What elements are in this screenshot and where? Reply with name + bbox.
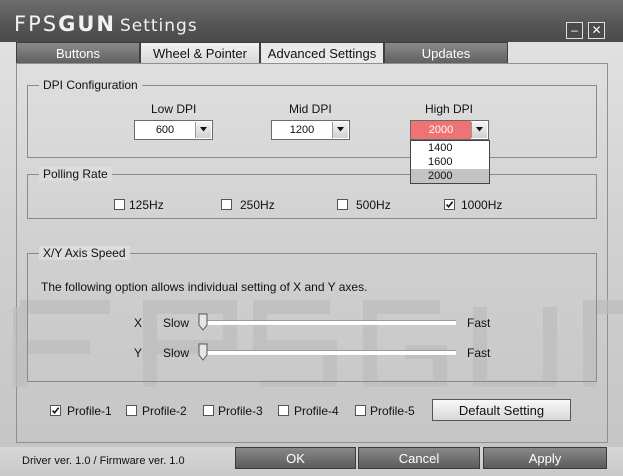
slider-thumb-icon[interactable] [198, 313, 208, 331]
high-dpi-value: 2000 [411, 121, 471, 139]
profile-3-label: Profile-3 [218, 404, 263, 418]
chevron-down-icon[interactable] [332, 122, 348, 138]
polling-250-label: 250Hz [240, 198, 275, 212]
profile-1-label: Profile-1 [67, 404, 112, 418]
polling-500-checkbox[interactable] [337, 199, 348, 210]
window-title: Settings [119, 16, 198, 36]
tab-label: Advanced Settings [267, 46, 377, 61]
profile-5-label: Profile-5 [370, 404, 415, 418]
ok-button[interactable]: OK [235, 447, 356, 469]
polling-1000-label: 1000Hz [461, 198, 503, 212]
close-icon: ✕ [591, 23, 602, 37]
low-dpi-value: 600 [155, 124, 175, 136]
brand-regular: FPS [14, 12, 59, 36]
polling-1000-checkbox[interactable] [444, 199, 455, 210]
low-dpi-label: Low DPI [151, 102, 197, 116]
dpi-group-title: DPI Configuration [39, 78, 142, 92]
cancel-label: Cancel [398, 451, 440, 466]
y-fast-label: Fast [467, 346, 491, 360]
slider-thumb-icon[interactable] [198, 343, 208, 361]
cancel-button[interactable]: Cancel [358, 447, 480, 469]
close-button[interactable]: ✕ [588, 22, 605, 39]
high-dpi-label: High DPI [425, 102, 474, 116]
tab-label: Updates [421, 46, 471, 61]
tab-label: Wheel & Pointer [153, 46, 247, 61]
minimize-icon: – [571, 23, 578, 37]
profile-2-checkbox[interactable] [126, 405, 137, 416]
app-logo: FPSGUN Settings [14, 12, 198, 36]
default-setting-label: Default Setting [458, 403, 545, 418]
tab-label: Buttons [55, 46, 101, 61]
dpi-option[interactable]: 1400 [411, 141, 489, 155]
profile-4-checkbox[interactable] [278, 405, 289, 416]
profile-5-checkbox[interactable] [355, 405, 366, 416]
chevron-down-icon[interactable] [195, 122, 211, 138]
apply-label: Apply [528, 451, 562, 466]
polling-125-label: 125Hz [129, 198, 164, 212]
mid-dpi-select[interactable]: 1200 [271, 120, 350, 140]
check-icon [51, 407, 60, 415]
title-bar[interactable]: FPSGUN Settings – ✕ [0, 0, 623, 42]
low-dpi-select[interactable]: 600 [134, 120, 213, 140]
default-setting-button[interactable]: Default Setting [432, 399, 571, 421]
tab-advanced-settings[interactable]: Advanced Settings [260, 42, 384, 64]
polling-125-checkbox[interactable] [114, 199, 125, 210]
tab-wheel-pointer[interactable]: Wheel & Pointer [140, 42, 260, 64]
polling-rate-group: Polling Rate [27, 167, 597, 219]
profile-4-label: Profile-4 [294, 404, 339, 418]
minimize-button[interactable]: – [566, 22, 583, 39]
polling-group-title: Polling Rate [39, 167, 112, 181]
dpi-option[interactable]: 1600 [411, 155, 489, 169]
apply-button[interactable]: Apply [483, 447, 607, 469]
brand-bold: GUN [58, 12, 116, 36]
y-axis-label: Y [134, 346, 143, 360]
brand-name: FPSGUN [14, 12, 116, 36]
x-axis-label: X [134, 316, 143, 330]
x-speed-slider[interactable] [200, 320, 456, 325]
chevron-down-icon[interactable] [471, 122, 487, 138]
profile-1-checkbox[interactable] [50, 405, 61, 416]
high-dpi-dropdown-list: 1400 1600 2000 [410, 140, 490, 184]
settings-window: FPSGUN Settings – ✕ Buttons Wheel & Point… [0, 0, 623, 476]
x-slow-label: Slow [163, 316, 190, 330]
ok-label: OK [286, 451, 305, 466]
mid-dpi-value: 1200 [289, 124, 315, 136]
high-dpi-select[interactable]: 2000 [410, 120, 489, 140]
axis-speed-group: X/Y Axis Speed [27, 246, 597, 382]
y-slow-label: Slow [163, 346, 190, 360]
tab-buttons[interactable]: Buttons [16, 42, 140, 64]
y-speed-slider[interactable] [200, 350, 456, 355]
polling-250-checkbox[interactable] [221, 199, 232, 210]
profile-3-checkbox[interactable] [203, 405, 214, 416]
check-icon [445, 201, 454, 209]
profile-2-label: Profile-2 [142, 404, 187, 418]
tab-updates[interactable]: Updates [384, 42, 508, 64]
polling-500-label: 500Hz [356, 198, 391, 212]
axis-description: The following option allows individual s… [41, 280, 368, 294]
x-fast-label: Fast [467, 316, 491, 330]
version-text: Driver ver. 1.0 / Firmware ver. 1.0 [22, 455, 185, 467]
axis-group-title: X/Y Axis Speed [39, 246, 130, 260]
mid-dpi-label: Mid DPI [289, 102, 332, 116]
dpi-option[interactable]: 2000 [411, 169, 489, 183]
